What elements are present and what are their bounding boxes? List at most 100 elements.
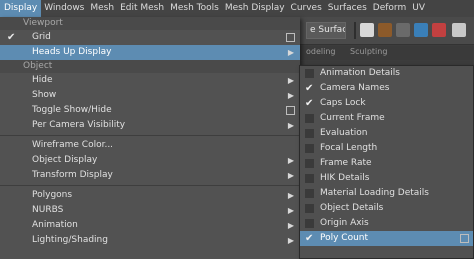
menu-item-lighting-shading[interactable]: Lighting/Shading ▶ [0,233,300,248]
menu-item-label: Toggle Show/Hide [32,105,112,115]
hud-item-camera-names[interactable]: ✔ Camera Names [300,81,473,96]
hud-item-label: Material Loading Details [320,188,429,198]
hud-item-evaluation[interactable]: Evaluation [300,126,473,141]
hud-item-caps-lock[interactable]: ✔ Caps Lock [300,96,473,111]
hud-item-frame-rate[interactable]: Frame Rate [300,156,473,171]
submenu-arrow-icon: ▶ [287,171,294,180]
unchecked-box-icon [305,174,314,183]
hud-item-hik-details[interactable]: HIK Details [300,171,473,186]
hud-item-label: Focal Length [320,143,378,153]
hud-item-object-details[interactable]: Object Details [300,201,473,216]
hud-item-origin-axis[interactable]: Origin Axis [300,216,473,231]
menu-item-nurbs[interactable]: NURBS ▶ [0,203,300,218]
menu-windows[interactable]: Windows [41,0,87,17]
menu-divider [0,135,300,136]
hud-item-label: Caps Lock [320,98,366,108]
hud-item-label: Animation Details [320,68,400,78]
unchecked-box-icon [305,69,314,78]
settings-icon[interactable] [452,23,466,37]
submenu-arrow-icon: ▶ [287,206,294,215]
unchecked-box-icon [305,144,314,153]
menu-item-label: Lighting/Shading [32,235,108,245]
menu-item-label: Heads Up Display [32,47,112,57]
render-icon[interactable] [360,23,374,37]
submenu-arrow-icon: ▶ [287,236,294,245]
menu-item-object-display[interactable]: Object Display ▶ [0,153,300,168]
option-box-icon[interactable] [286,33,295,42]
menu-item-label: Per Camera Visibility [32,120,126,130]
menu-item-label: Transform Display [32,170,113,180]
unchecked-box-icon [305,129,314,138]
menu-surfaces[interactable]: Surfaces [325,0,370,17]
unchecked-box-icon [305,204,314,213]
check-icon: ✔ [305,83,314,94]
submenu-arrow-icon: ▶ [287,91,294,100]
menu-mesh-display[interactable]: Mesh Display [222,0,288,17]
menu-divider [0,185,300,186]
hud-item-focal-length[interactable]: Focal Length [300,141,473,156]
menu-item-label: Polygons [32,190,73,200]
menu-item-toggle-show-hide[interactable]: Toggle Show/Hide [0,103,300,118]
hud-item-current-frame[interactable]: Current Frame [300,111,473,126]
unchecked-box-icon [305,219,314,228]
shelf-tabs: odeling Sculpting [300,46,474,60]
hud-item-label: Evaluation [320,128,368,138]
menu-item-label: Show [32,90,57,100]
heads-up-display-submenu: Animation Details ✔ Camera Names ✔ Caps … [299,65,474,259]
menu-item-per-camera-visibility[interactable]: Per Camera Visibility ▶ [0,118,300,133]
menu-item-label: Animation [32,220,78,230]
make-live-surface-button[interactable]: e Surface [306,22,346,39]
toolbar-separator [354,22,356,39]
hud-item-poly-count[interactable]: ✔ Poly Count [300,231,473,246]
unchecked-box-icon [305,189,314,198]
menu-deform[interactable]: Deform [370,0,409,17]
hypershade-icon[interactable] [432,23,446,37]
option-box-icon[interactable] [460,234,469,243]
menu-item-polygons[interactable]: Polygons ▶ [0,188,300,203]
hud-item-animation-details[interactable]: Animation Details [300,66,473,81]
menu-uv[interactable]: UV [409,0,428,17]
submenu-arrow-icon: ▶ [287,191,294,200]
menu-item-grid[interactable]: ✔ Grid [0,30,300,45]
hud-item-label: Object Details [320,203,384,213]
maya-window: Display Windows Mesh Edit Mesh Mesh Tool… [0,0,474,259]
submenu-arrow-icon: ▶ [287,121,294,130]
menu-mesh-tools[interactable]: Mesh Tools [167,0,222,17]
hud-item-label: Origin Axis [320,218,369,228]
menu-item-label: Object Display [32,155,98,165]
shelf-tab-sculpting[interactable]: Sculpting [344,46,393,56]
hud-item-label: HIK Details [320,173,370,183]
menu-item-label: Hide [32,75,53,85]
check-icon: ✔ [7,32,16,43]
menu-edit-mesh[interactable]: Edit Mesh [117,0,167,17]
menu-display[interactable]: Display [0,0,42,17]
submenu-arrow-icon: ▶ [287,156,294,165]
section-object: Object [0,60,300,73]
hud-item-label: Poly Count [320,233,369,243]
menu-item-hide[interactable]: Hide ▶ [0,73,300,88]
submenu-arrow-icon: ▶ [287,48,294,57]
menu-mesh[interactable]: Mesh [87,0,117,17]
menu-item-wireframe-color[interactable]: Wireframe Color... [0,138,300,153]
menu-item-show[interactable]: Show ▶ [0,88,300,103]
hud-item-material-loading-details[interactable]: Material Loading Details [300,186,473,201]
option-box-icon[interactable] [286,106,295,115]
submenu-arrow-icon: ▶ [287,221,294,230]
menu-curves[interactable]: Curves [288,0,325,17]
menu-bar: Display Windows Mesh Edit Mesh Mesh Tool… [0,0,474,17]
check-icon: ✔ [305,98,314,109]
hud-item-label: Camera Names [320,83,390,93]
hud-item-label: Frame Rate [320,158,372,168]
check-icon: ✔ [305,233,314,244]
render-view-icon[interactable] [414,23,428,37]
menu-item-heads-up-display[interactable]: Heads Up Display ▶ [0,45,300,60]
unchecked-box-icon [305,159,314,168]
clapper-icon[interactable] [378,23,392,37]
menu-item-label: Wireframe Color... [32,140,114,150]
ipr-icon[interactable] [396,23,410,37]
menu-item-animation[interactable]: Animation ▶ [0,218,300,233]
shelf-tab-modeling[interactable]: odeling [300,46,342,56]
menu-item-transform-display[interactable]: Transform Display ▶ [0,168,300,183]
section-viewport: Viewport [0,17,300,30]
menu-item-label: Grid [32,32,51,42]
